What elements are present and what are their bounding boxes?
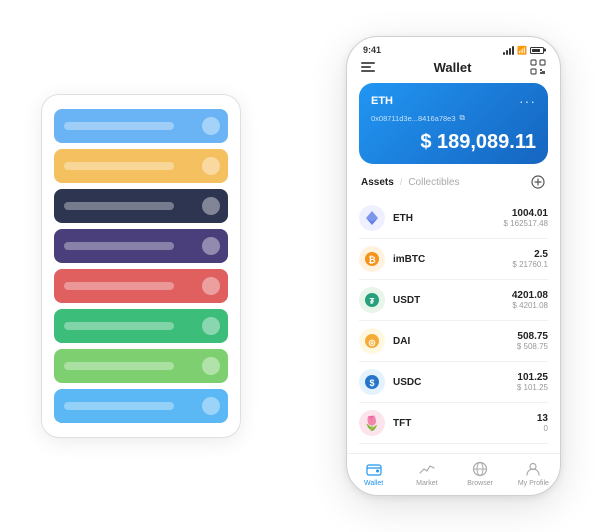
scene: 9:41 📶 Wallet [21,16,581,516]
asset-amounts: 508.75 $ 508.75 [517,331,548,351]
asset-amounts: 1004.01 $ 162517.48 [504,208,549,228]
tabs-left: Assets / Collectibles [361,177,459,188]
svg-text:₿: ₿ [368,255,375,265]
market-nav-icon [418,460,436,478]
phone-header: Wallet [347,59,560,83]
table-row[interactable]: ₮ USDT 4201.08 $ 4201.08 [359,280,548,321]
nav-profile[interactable]: My Profile [507,460,560,487]
asset-amounts: 101.25 $ 101.25 [517,372,548,392]
asset-name: TFT [393,418,537,429]
asset-amount: 508.75 [517,331,548,342]
asset-name: DAI [393,336,517,347]
add-asset-button[interactable] [530,174,546,190]
table-row[interactable]: ETH 1004.01 $ 162517.48 [359,198,548,239]
bottom-nav: Wallet Market Browser [347,453,560,495]
asset-amount: 1004.01 [504,208,549,219]
list-item [54,269,228,303]
asset-usd: $ 21760.1 [512,260,548,269]
nav-profile-label: My Profile [518,480,549,487]
table-row[interactable]: ₿ imBTC 2.5 $ 21760.1 [359,239,548,280]
asset-usd: $ 101.25 [517,383,548,392]
phone-mockup: 9:41 📶 Wallet [346,36,561,496]
asset-amount: 4201.08 [512,290,548,301]
usdc-icon: $ [359,369,385,395]
dai-icon: ◎ [359,328,385,354]
wallet-nav-icon [365,460,383,478]
asset-usd: $ 4201.08 [512,301,548,310]
eth-card: ETH ··· 0x08711d3e...8416a78e3 ⧉ $ 189,0… [359,83,548,164]
asset-usd: 0 [537,424,548,433]
nav-wallet-label: Wallet [364,480,383,487]
signal-icon [503,46,514,55]
table-row[interactable]: ◎ DAI 508.75 $ 508.75 [359,321,548,362]
status-bar: 9:41 📶 [347,37,560,59]
asset-name: USDT [393,295,512,306]
tab-divider: / [400,177,403,187]
page-title: Wallet [434,60,472,75]
asset-amounts: 13 0 [537,413,548,433]
asset-name: imBTC [393,254,512,265]
list-item [54,349,228,383]
usdt-icon: ₮ [359,287,385,313]
table-row[interactable]: 🌷 TFT 13 0 [359,403,548,444]
table-row[interactable]: $ USDC 101.25 $ 101.25 [359,362,548,403]
scan-icon[interactable] [530,59,546,75]
nav-market-label: Market [416,480,437,487]
asset-amount: 13 [537,413,548,424]
list-item [54,229,228,263]
tft-icon: 🌷 [359,410,385,436]
svg-text:$: $ [369,378,374,388]
asset-amount: 2.5 [512,249,548,260]
eth-icon [359,205,385,231]
eth-label: ETH [371,95,393,107]
eth-menu-icon[interactable]: ··· [519,93,536,109]
eth-card-header: ETH ··· [371,93,536,109]
assets-tabs: Assets / Collectibles [347,174,560,198]
wifi-icon: 📶 [517,46,527,55]
nav-browser-label: Browser [467,480,493,487]
asset-amounts: 4201.08 $ 4201.08 [512,290,548,310]
eth-balance: $ 189,089.11 [371,131,536,154]
status-icons: 📶 [503,46,544,55]
list-item [54,189,228,223]
nav-market[interactable]: Market [400,460,453,487]
list-item [54,109,228,143]
asset-usd: $ 162517.48 [504,219,549,228]
nav-wallet[interactable]: Wallet [347,460,400,487]
svg-text:◎: ◎ [369,338,376,347]
tab-collectibles[interactable]: Collectibles [408,177,459,188]
battery-icon [530,47,544,54]
list-item [54,149,228,183]
list-item [54,309,228,343]
menu-icon[interactable] [361,62,375,72]
list-item [54,389,228,423]
svg-text:₮: ₮ [370,297,375,306]
nav-browser[interactable]: Browser [454,460,507,487]
profile-nav-icon [524,460,542,478]
asset-amount: 101.25 [517,372,548,383]
asset-name: ETH [393,213,504,224]
asset-name: USDC [393,377,517,388]
imbtc-icon: ₿ [359,246,385,272]
browser-nav-icon [471,460,489,478]
asset-usd: $ 508.75 [517,342,548,351]
asset-amounts: 2.5 $ 21760.1 [512,249,548,269]
tab-assets[interactable]: Assets [361,177,394,188]
asset-list: ETH 1004.01 $ 162517.48 ₿ imBTC 2.5 $ 21… [347,198,560,453]
eth-address: 0x08711d3e...8416a78e3 ⧉ [371,113,536,123]
card-stack [41,94,241,438]
clock: 9:41 [363,45,381,55]
